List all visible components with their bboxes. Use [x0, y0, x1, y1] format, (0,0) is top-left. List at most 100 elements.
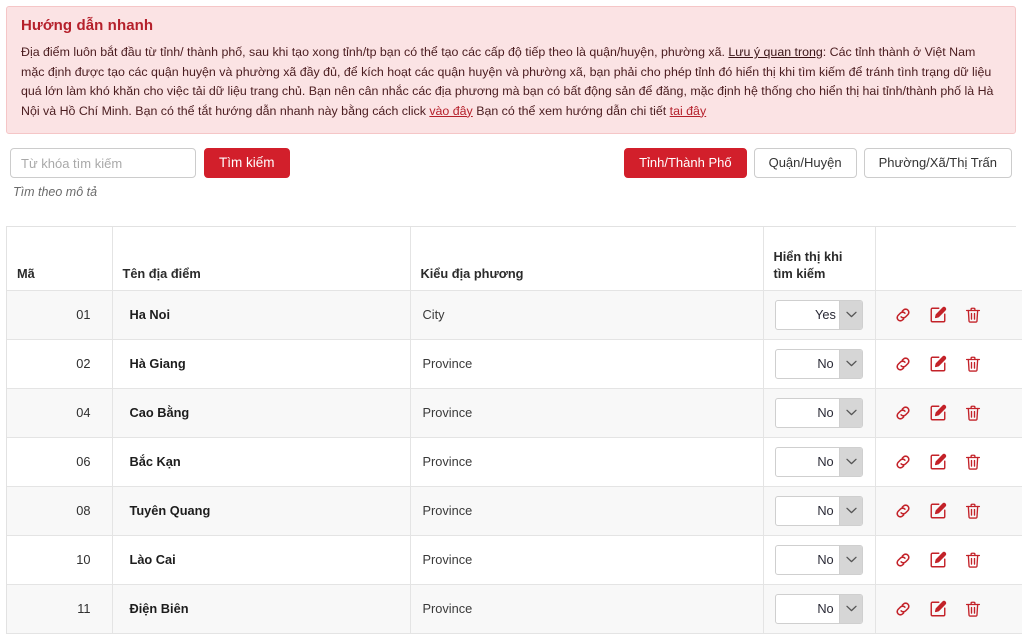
- cell-name: Cao Bằng: [112, 388, 410, 437]
- link-icon[interactable]: [894, 452, 913, 471]
- cell-type: Province: [410, 437, 763, 486]
- cell-code: 08: [7, 486, 112, 535]
- cell-name: Hà Giang: [112, 339, 410, 388]
- cell-type: Province: [410, 535, 763, 584]
- show-in-search-select[interactable]: No: [775, 398, 863, 428]
- edit-icon[interactable]: [929, 403, 948, 422]
- cell-show-in-search: No: [763, 388, 875, 437]
- chevron-down-icon[interactable]: [839, 546, 862, 574]
- edit-icon[interactable]: [929, 452, 948, 471]
- search-row: Tìm kiếm: [10, 148, 290, 178]
- search-hint: Tìm theo mô tả: [13, 185, 290, 199]
- header-code: Mã: [7, 227, 112, 290]
- show-in-search-select[interactable]: No: [775, 349, 863, 379]
- chevron-down-icon[interactable]: [839, 448, 862, 476]
- quick-guide-alert: Hướng dẫn nhanh Địa điểm luôn bắt đầu từ…: [6, 6, 1016, 134]
- edit-icon[interactable]: [929, 501, 948, 520]
- edit-icon[interactable]: [929, 599, 948, 618]
- row-action-group: [886, 305, 1016, 324]
- link-icon[interactable]: [894, 501, 913, 520]
- trash-icon[interactable]: [964, 354, 983, 373]
- cell-show-in-search: Yes: [763, 290, 875, 339]
- table-row: 08Tuyên QuangProvince No: [7, 486, 1022, 535]
- link-icon[interactable]: [894, 599, 913, 618]
- cell-type: Province: [410, 339, 763, 388]
- row-action-group: [886, 452, 1016, 471]
- edit-icon[interactable]: [929, 305, 948, 324]
- cell-show-in-search: No: [763, 584, 875, 633]
- link-icon[interactable]: [894, 403, 913, 422]
- cell-actions: [875, 584, 1022, 633]
- cell-name: Điện Biên: [112, 584, 410, 633]
- tab-province-city[interactable]: Tỉnh/Thành Phố: [624, 148, 747, 178]
- link-icon[interactable]: [894, 305, 913, 324]
- trash-icon[interactable]: [964, 403, 983, 422]
- cell-name: Lào Cai: [112, 535, 410, 584]
- chevron-down-icon[interactable]: [839, 399, 862, 427]
- header-show-in-search: Hiển thị khi tìm kiếm: [763, 227, 875, 290]
- search-area: Tìm kiếm Tìm theo mô tả: [10, 148, 290, 199]
- cell-name: Ha Noi: [112, 290, 410, 339]
- search-button[interactable]: Tìm kiếm: [204, 148, 290, 178]
- tab-district[interactable]: Quận/Huyện: [754, 148, 857, 178]
- cell-name: Tuyên Quang: [112, 486, 410, 535]
- edit-icon[interactable]: [929, 354, 948, 373]
- show-in-search-select[interactable]: Yes: [775, 300, 863, 330]
- table-header-row: Mã Tên địa điểm Kiểu địa phương Hiển thị…: [7, 227, 1022, 290]
- table-row: 06Bắc KạnProvince No: [7, 437, 1022, 486]
- level-tabs: Tỉnh/Thành Phố Quận/Huyện Phường/Xã/Thị …: [617, 148, 1012, 178]
- cell-actions: [875, 535, 1022, 584]
- locations-table: Mã Tên địa điểm Kiểu địa phương Hiển thị…: [7, 227, 1022, 634]
- cell-code: 04: [7, 388, 112, 437]
- cell-code: 01: [7, 290, 112, 339]
- table-body: 01Ha NoiCityYes02Hà GiangProvinceNo04Cao…: [7, 290, 1022, 633]
- detailed-guide-link[interactable]: tai đây: [670, 104, 707, 118]
- toolbar: Tìm kiếm Tìm theo mô tả Tỉnh/Thành Phố Q…: [10, 148, 1012, 199]
- trash-icon[interactable]: [964, 305, 983, 324]
- header-name: Tên địa điểm: [112, 227, 410, 290]
- cell-actions: [875, 486, 1022, 535]
- chevron-down-icon[interactable]: [839, 301, 862, 329]
- disable-guide-link[interactable]: vào đây: [429, 104, 472, 118]
- quick-guide-text: Địa điểm luôn bắt đầu từ tỉnh/ thành phố…: [21, 43, 1001, 121]
- show-in-search-select[interactable]: No: [775, 594, 863, 624]
- trash-icon[interactable]: [964, 599, 983, 618]
- trash-icon[interactable]: [964, 452, 983, 471]
- header-type: Kiểu địa phương: [410, 227, 763, 290]
- cell-type: City: [410, 290, 763, 339]
- guide-text-part1: Địa điểm luôn bắt đầu từ tỉnh/ thành phố…: [21, 45, 728, 59]
- table-row: 11Điện BiênProvinceNo: [7, 584, 1022, 633]
- cell-show-in-search: No: [763, 339, 875, 388]
- cell-actions: [875, 290, 1022, 339]
- table-row: 02Hà GiangProvince No: [7, 339, 1022, 388]
- cell-actions: [875, 388, 1022, 437]
- chevron-down-icon[interactable]: [839, 350, 862, 378]
- show-in-search-select[interactable]: No: [775, 545, 863, 575]
- link-icon[interactable]: [894, 354, 913, 373]
- cell-actions: [875, 339, 1022, 388]
- search-input[interactable]: [10, 148, 196, 178]
- link-icon[interactable]: [894, 550, 913, 569]
- cell-type: Province: [410, 584, 763, 633]
- cell-code: 06: [7, 437, 112, 486]
- chevron-down-icon[interactable]: [839, 595, 862, 623]
- row-action-group: [886, 599, 1016, 618]
- cell-type: Province: [410, 388, 763, 437]
- cell-code: 02: [7, 339, 112, 388]
- edit-icon[interactable]: [929, 550, 948, 569]
- show-in-search-select[interactable]: No: [775, 496, 863, 526]
- tab-ward[interactable]: Phường/Xã/Thị Trấn: [864, 148, 1012, 178]
- cell-show-in-search: No: [763, 437, 875, 486]
- cell-show-in-search: No: [763, 486, 875, 535]
- trash-icon[interactable]: [964, 550, 983, 569]
- header-actions: [875, 227, 1022, 290]
- trash-icon[interactable]: [964, 501, 983, 520]
- show-in-search-select[interactable]: No: [775, 447, 863, 477]
- cell-type: Province: [410, 486, 763, 535]
- table-row: 01Ha NoiCity Yes: [7, 290, 1022, 339]
- locations-table-container: Mã Tên địa điểm Kiểu địa phương Hiển thị…: [6, 226, 1016, 634]
- chevron-down-icon[interactable]: [839, 497, 862, 525]
- cell-name: Bắc Kạn: [112, 437, 410, 486]
- cell-show-in-search: No: [763, 535, 875, 584]
- cell-code: 10: [7, 535, 112, 584]
